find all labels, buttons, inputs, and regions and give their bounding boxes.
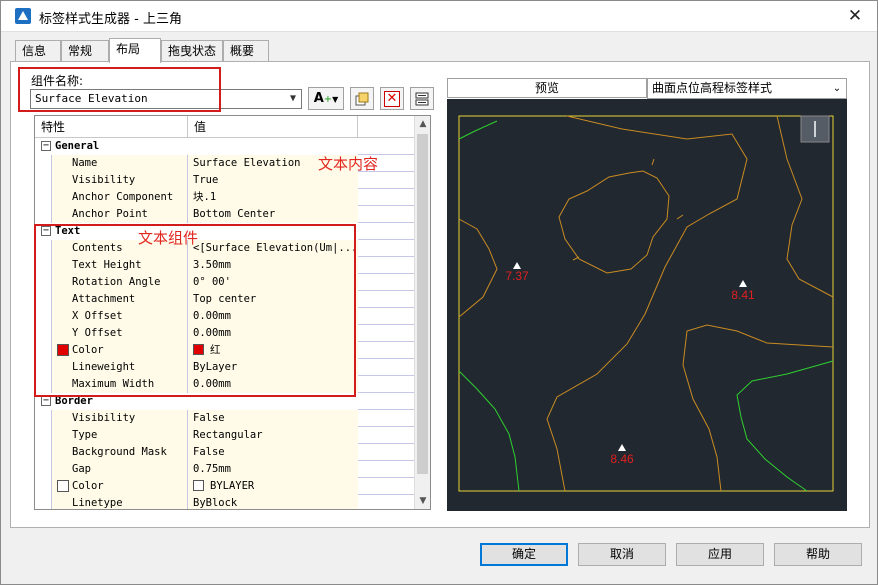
highlight-component-name <box>18 67 221 112</box>
property-row[interactable]: Visibility False <box>35 410 415 427</box>
property-value[interactable]: False <box>188 444 358 461</box>
cancel-button[interactable]: 取消 <box>578 543 666 566</box>
collapse-minus-icon[interactable]: − <box>41 141 51 151</box>
delete-x-icon: ✕ <box>384 91 400 107</box>
property-row[interactable]: Background Mask False <box>35 444 415 461</box>
property-value: BYLAYER <box>210 480 255 492</box>
draw-order-icon <box>415 92 429 106</box>
point-label-1: 7.37 <box>505 269 529 283</box>
contour-orange-5 <box>682 324 834 492</box>
property-name: Type <box>51 427 188 444</box>
property-value[interactable]: ByBlock <box>188 495 358 509</box>
grid-header: 特性 值 <box>35 116 415 138</box>
property-row[interactable]: Linetype ByBlock <box>35 495 415 509</box>
property-name: Visibility <box>51 410 188 427</box>
color-swatch <box>57 480 69 492</box>
copy-component-icon <box>355 92 369 106</box>
copy-component-button[interactable] <box>350 87 374 110</box>
delete-component-button[interactable]: ✕ <box>380 87 404 110</box>
tab-general[interactable]: 常规 <box>61 40 109 62</box>
property-name: Color <box>72 480 104 492</box>
color-swatch <box>193 480 204 491</box>
ok-button[interactable]: 确定 <box>480 543 568 566</box>
property-row-color[interactable]: Color BYLAYER <box>35 478 415 495</box>
column-header-property: 特性 <box>35 116 188 138</box>
property-row[interactable]: Gap 0.75mm <box>35 461 415 478</box>
contour-orange-3 <box>458 218 498 318</box>
property-row[interactable]: Type Rectangular <box>35 427 415 444</box>
point-marker-3 <box>618 444 626 451</box>
contour-orange-4 <box>776 115 834 298</box>
label-style-composer-dialog: 标签样式生成器 - 上三角 ✕ 信息 常规 布局 拖曳状态 概要 组件名称: S… <box>0 0 878 585</box>
property-value[interactable]: 0.75mm <box>188 461 358 478</box>
tab-summary[interactable]: 概要 <box>223 40 269 62</box>
tab-dragged-state[interactable]: 拖曳状态 <box>161 40 223 62</box>
scroll-up-icon[interactable]: ▲ <box>415 116 430 132</box>
contour-green-1 <box>458 120 498 140</box>
collapse-minus-icon[interactable]: − <box>41 396 51 406</box>
window-title: 标签样式生成器 - 上三角 <box>39 12 182 27</box>
point-label-2: 8.41 <box>731 288 755 302</box>
scroll-down-icon[interactable]: ▼ <box>415 493 430 509</box>
dropdown-arrow-icon: ▼ <box>332 95 339 104</box>
group-title: General <box>51 138 201 155</box>
property-value[interactable]: True <box>188 172 358 189</box>
vertical-scrollbar[interactable]: ▲ ▼ <box>414 116 430 509</box>
property-name: Anchor Component <box>51 189 188 206</box>
property-name: Background Mask <box>51 444 188 461</box>
property-name: Visibility <box>51 172 188 189</box>
property-row[interactable]: Visibility True <box>35 172 415 189</box>
preview-canvas: 7.37 8.41 8.46 <box>447 99 847 511</box>
contour-green-2 <box>458 370 520 492</box>
tab-info[interactable]: 信息 <box>15 40 61 62</box>
title-bar: 标签样式生成器 - 上三角 ✕ <box>1 1 877 32</box>
property-name: Anchor Point <box>51 206 188 223</box>
annotation-text-component: 文本组件 <box>138 229 199 247</box>
tab-layout[interactable]: 布局 <box>109 38 161 63</box>
preview-style-value: 曲面点位高程标签样式 <box>652 81 773 95</box>
property-name: Name <box>51 155 188 172</box>
property-value[interactable]: False <box>188 410 358 427</box>
chevron-down-icon: ⌄ <box>832 83 842 94</box>
point-marker-2 <box>739 280 747 287</box>
text-a-icon: A <box>313 91 324 106</box>
preview-style-select[interactable]: 曲面点位高程标签样式 ⌄ <box>647 78 847 99</box>
property-value[interactable]: 块.1 <box>188 189 358 206</box>
preview-drawing: 7.37 8.41 8.46 <box>458 115 834 492</box>
property-value[interactable]: Rectangular <box>188 427 358 444</box>
chevron-down-icon: ▼ <box>289 93 297 104</box>
annotation-text-content: 文本内容 <box>318 155 379 173</box>
contour-green-3 <box>736 360 834 492</box>
point-marker-1 <box>513 262 521 269</box>
preview-label: 预览 <box>447 78 647 98</box>
scrollbar-thumb[interactable] <box>417 134 428 474</box>
contour-orange-1 <box>546 115 748 492</box>
component-draw-order-button[interactable] <box>410 87 434 110</box>
close-icon[interactable]: ✕ <box>845 6 865 26</box>
property-row[interactable]: Anchor Point Bottom Center <box>35 206 415 223</box>
contour-ticks <box>572 158 684 261</box>
column-header-value: 值 <box>188 116 358 138</box>
contour-orange-2 <box>558 170 670 274</box>
property-row[interactable]: Anchor Component 块.1 <box>35 189 415 206</box>
app-icon <box>15 8 31 24</box>
highlight-text-group <box>34 224 356 397</box>
help-button[interactable]: 帮助 <box>774 543 862 566</box>
add-plus-icon: + <box>323 94 333 105</box>
create-text-component-button[interactable]: A+▼ <box>308 87 344 110</box>
property-name: Gap <box>51 461 188 478</box>
property-value[interactable]: Bottom Center <box>188 206 358 223</box>
point-label-3: 8.46 <box>610 452 634 466</box>
apply-button[interactable]: 应用 <box>676 543 764 566</box>
property-name: Linetype <box>51 495 188 509</box>
